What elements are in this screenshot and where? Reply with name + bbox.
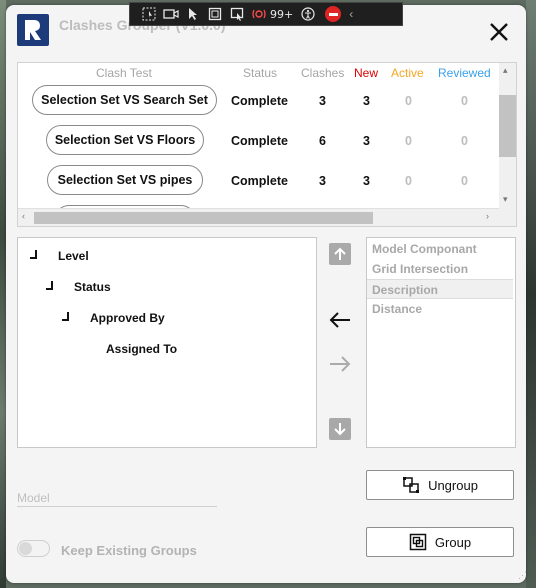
stop-icon[interactable] [325,6,342,22]
notifications-icon[interactable] [248,5,270,23]
field-model-componant[interactable]: Model Componant [367,239,513,259]
vertical-scroll-thumb[interactable] [499,95,516,157]
ungroup-icon [403,477,420,493]
close-button[interactable] [486,19,512,45]
reviewed-cell: 0 [461,94,468,108]
add-to-tree-button[interactable] [327,309,353,331]
scrollbar-corner [499,208,516,226]
arrow-left-icon [329,312,350,328]
screen-select-icon[interactable] [138,5,160,23]
clashes-cell: 3 [319,94,326,108]
window-select-icon[interactable] [204,5,226,23]
status-cell: Complete [231,94,288,108]
model-input[interactable] [17,489,217,507]
arrow-down-icon [334,423,346,436]
reviewed-cell: 0 [461,134,468,148]
scroll-left-icon[interactable]: ‹ [22,211,25,221]
tree-item-status[interactable]: Status [74,280,111,294]
arrow-up-icon [334,247,346,260]
horizontal-scrollbar[interactable]: ‹ › [18,208,499,226]
scroll-down-icon[interactable]: ▾ [503,194,508,205]
toggle-knob [19,542,32,555]
field-grid-intersection[interactable]: Grid Intersection [367,259,513,279]
active-cell: 0 [405,174,412,188]
app-logo [17,14,49,46]
clash-test-button[interactable]: Selection Set VS Floors [46,125,204,155]
clashes-cell: 6 [319,134,326,148]
clash-test-button[interactable]: Selection Set VS Search Set [32,85,217,115]
region-select-icon[interactable] [226,5,248,23]
resize-grip-icon[interactable]: ⋰ [518,570,526,581]
horizontal-scroll-thumb[interactable] [34,212,373,224]
tree-item-level[interactable]: Level [58,249,89,263]
close-icon [490,23,508,41]
column-header-active[interactable]: Active [391,66,424,80]
ungroup-label: Ungroup [428,477,478,493]
scroll-right-icon[interactable]: › [486,211,489,221]
column-header-status[interactable]: Status [243,66,277,80]
scroll-up-icon[interactable]: ▴ [503,65,508,76]
clash-test-button[interactable]: Selection Set VS pipes [47,165,203,195]
background-scene-right [526,0,536,588]
clash-tests-table: Clash Test Status Clashes New Active Rev… [17,62,517,227]
status-cell: Complete [231,174,288,188]
vertical-scrollbar[interactable]: ▴ ▾ [499,63,516,208]
available-fields-list[interactable]: Model Componant Grid Intersection Descri… [366,237,516,448]
tree-branch-icon [46,281,53,290]
group-icon [409,533,427,551]
tree-item-assigned-to[interactable]: Assigned To [106,342,177,356]
active-cell: 0 [405,134,412,148]
column-header-new[interactable]: New [354,66,378,80]
clashes-grouper-window: Clashes Grouper (V1.0.0) Clash Test Stat… [6,5,526,583]
group-label: Group [434,534,472,550]
move-up-button[interactable] [329,243,351,265]
field-distance[interactable]: Distance [367,299,513,319]
clashes-cell: 3 [319,174,326,188]
new-cell: 3 [363,94,370,108]
pointer-icon[interactable] [182,5,204,23]
column-header-clash-test[interactable]: Clash Test [96,66,152,80]
group-button[interactable]: Group [366,527,514,557]
keep-existing-groups-label: Keep Existing Groups [61,543,197,558]
new-cell: 3 [363,174,370,188]
tree-branch-icon [62,312,69,321]
video-icon[interactable] [160,5,182,23]
move-down-button[interactable] [329,418,351,440]
grouping-tree[interactable]: Level Status Approved By Assigned To [17,237,317,448]
capture-toolbar: 99+ ‹ [129,2,403,26]
tree-branch-icon [30,250,37,259]
reviewed-cell: 0 [461,174,468,188]
status-cell: Complete [231,134,288,148]
chevron-left-icon[interactable]: ‹ [349,7,353,21]
arrow-right-icon [330,356,351,372]
notification-count: 99+ [270,7,294,21]
column-header-reviewed[interactable]: Reviewed [438,66,491,80]
field-description[interactable]: Description [367,279,513,299]
new-cell: 3 [363,134,370,148]
remove-from-tree-button[interactable] [327,353,353,375]
tree-item-approved-by[interactable]: Approved By [90,311,165,325]
keep-existing-groups-toggle[interactable] [17,540,50,557]
ungroup-button[interactable]: Ungroup [366,470,514,500]
column-header-clashes[interactable]: Clashes [301,66,344,80]
accessibility-icon[interactable] [297,5,319,23]
active-cell: 0 [405,94,412,108]
